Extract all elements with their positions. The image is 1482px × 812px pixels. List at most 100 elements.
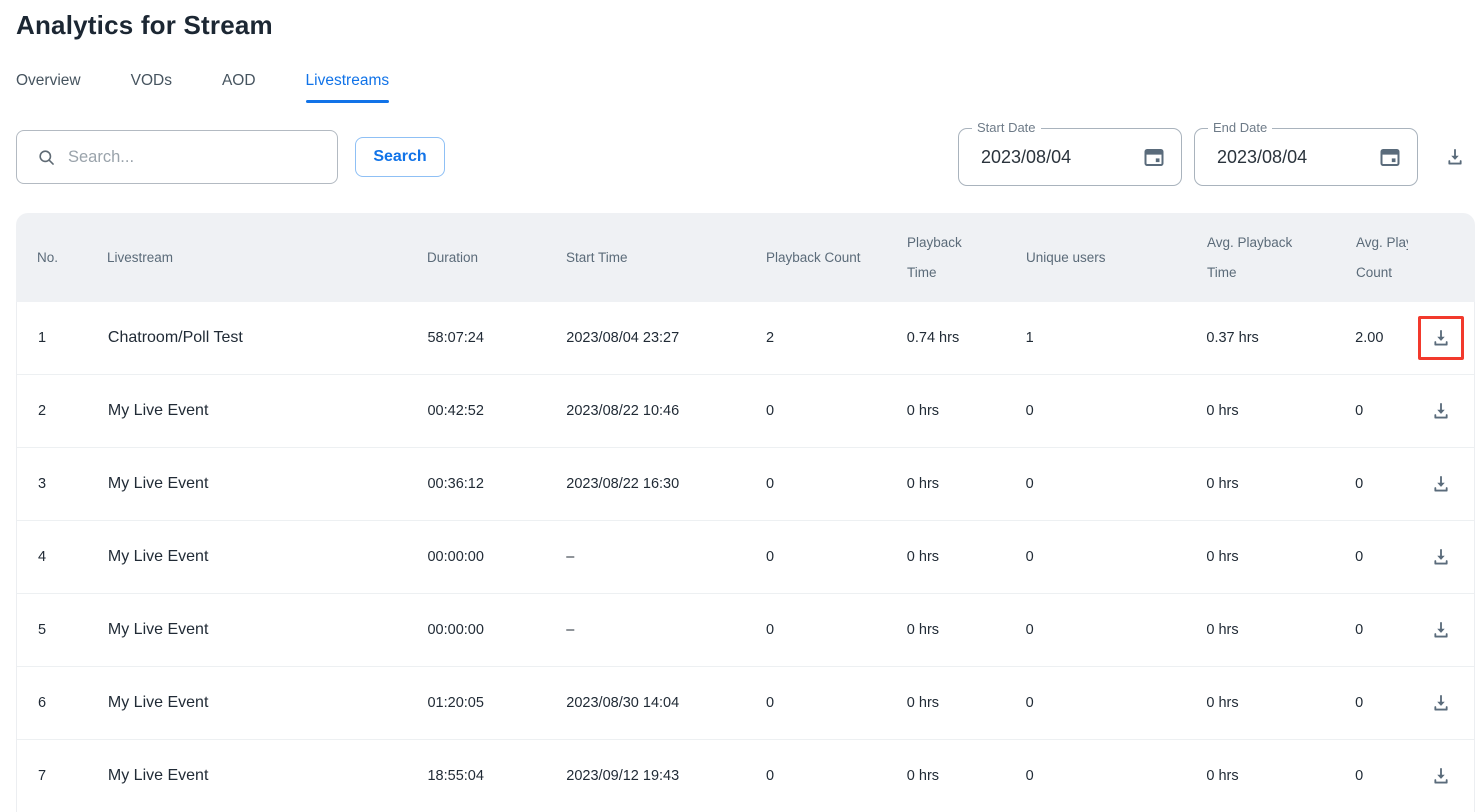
cell-avg_playback_time: 0 hrs xyxy=(1206,403,1355,419)
cell-start_time: 2023/08/22 10:46 xyxy=(566,403,766,419)
cell-playback_time: 0 hrs xyxy=(907,695,1026,711)
row-download-button[interactable] xyxy=(1418,535,1464,579)
row-download-button[interactable] xyxy=(1418,462,1464,506)
download-icon xyxy=(1431,693,1451,713)
cell-unique_users: 0 xyxy=(1026,476,1207,492)
page-title: Analytics for Stream xyxy=(16,10,273,41)
row-download-button[interactable] xyxy=(1418,608,1464,652)
cell-no: 4 xyxy=(38,549,108,565)
col-header-playback_time: PlaybackTime xyxy=(907,213,1026,302)
cell-livestream: My Live Event xyxy=(108,475,428,493)
end-date-label: End Date xyxy=(1208,120,1272,135)
cell-livestream: My Live Event xyxy=(108,621,428,639)
cell-avg_playback_time: 0 hrs xyxy=(1206,622,1355,638)
cell-livestream: My Live Event xyxy=(108,767,428,785)
cell-unique_users: 1 xyxy=(1026,330,1207,346)
search-icon xyxy=(37,148,56,167)
cell-actions xyxy=(1407,316,1474,360)
cell-duration: 18:55:04 xyxy=(427,768,566,784)
cell-playback_count: 0 xyxy=(766,695,907,711)
cell-avg_playback_time: 0 hrs xyxy=(1206,768,1355,784)
cell-playback_count: 0 xyxy=(766,403,907,419)
cell-actions xyxy=(1407,608,1474,652)
cell-avg_playback_count: 0 xyxy=(1355,403,1407,419)
row-download-button[interactable] xyxy=(1418,754,1464,798)
download-icon xyxy=(1431,547,1451,567)
cell-livestream: Chatroom/Poll Test xyxy=(108,329,428,347)
cell-no: 5 xyxy=(38,622,108,638)
col-header-livestream: Livestream xyxy=(107,213,427,302)
cell-avg_playback_count: 2.00 xyxy=(1355,330,1407,346)
cell-unique_users: 0 xyxy=(1026,768,1207,784)
row-download-button[interactable] xyxy=(1418,681,1464,725)
cell-playback_count: 0 xyxy=(766,622,907,638)
cell-duration: 00:00:00 xyxy=(427,622,566,638)
table-row: 3My Live Event00:36:122023/08/22 16:3000… xyxy=(17,448,1474,521)
cell-start_time: – xyxy=(566,549,766,565)
cell-livestream: My Live Event xyxy=(108,402,428,420)
cell-playback_time: 0 hrs xyxy=(907,549,1026,565)
end-date-field[interactable]: End Date 2023/08/04 xyxy=(1194,128,1418,186)
cell-start_time: 2023/09/12 19:43 xyxy=(566,768,766,784)
tab-vods[interactable]: VODs xyxy=(131,72,172,103)
cell-duration: 58:07:24 xyxy=(427,330,566,346)
row-download-button[interactable] xyxy=(1418,316,1464,360)
col-header-unique_users: Unique users xyxy=(1026,213,1207,302)
download-icon xyxy=(1431,766,1451,786)
row-download-button[interactable] xyxy=(1418,389,1464,433)
col-header-avg_playback_time: Avg. PlaybackTime xyxy=(1207,213,1356,302)
calendar-icon[interactable] xyxy=(1378,145,1402,169)
cell-actions xyxy=(1407,754,1474,798)
download-icon xyxy=(1431,401,1451,421)
cell-unique_users: 0 xyxy=(1026,622,1207,638)
cell-playback_time: 0 hrs xyxy=(907,403,1026,419)
tab-overview[interactable]: Overview xyxy=(16,72,81,103)
download-icon xyxy=(1445,147,1465,167)
start-date-value: 2023/08/04 xyxy=(981,147,1071,168)
start-date-field[interactable]: Start Date 2023/08/04 xyxy=(958,128,1182,186)
cell-duration: 00:36:12 xyxy=(427,476,566,492)
cell-start_time: 2023/08/22 16:30 xyxy=(566,476,766,492)
search-input[interactable] xyxy=(68,148,325,167)
table-row: 5My Live Event00:00:00–00 hrs00 hrs0 xyxy=(17,594,1474,667)
cell-actions xyxy=(1407,389,1474,433)
download-icon xyxy=(1431,328,1451,348)
calendar-icon[interactable] xyxy=(1142,145,1166,169)
cell-avg_playback_time: 0 hrs xyxy=(1206,549,1355,565)
tab-livestreams[interactable]: Livestreams xyxy=(306,72,390,103)
cell-no: 2 xyxy=(38,403,108,419)
cell-playback_time: 0 hrs xyxy=(907,622,1026,638)
start-date-label: Start Date xyxy=(972,120,1041,135)
cell-actions xyxy=(1407,681,1474,725)
cell-playback_count: 0 xyxy=(766,549,907,565)
table-row: 6My Live Event01:20:052023/08/30 14:0400… xyxy=(17,667,1474,740)
download-icon xyxy=(1431,620,1451,640)
cell-duration: 00:42:52 xyxy=(427,403,566,419)
cell-actions xyxy=(1407,535,1474,579)
cell-no: 6 xyxy=(38,695,108,711)
tab-aod[interactable]: AOD xyxy=(222,72,256,103)
cell-unique_users: 0 xyxy=(1026,695,1207,711)
cell-avg_playback_time: 0 hrs xyxy=(1206,695,1355,711)
cell-playback_count: 0 xyxy=(766,768,907,784)
col-header-no: No. xyxy=(37,213,107,302)
tab-bar: Overview VODs AOD Livestreams xyxy=(16,72,389,103)
col-header-avg_playback_count: Avg. PlaybackCount xyxy=(1356,213,1408,302)
cell-duration: 01:20:05 xyxy=(427,695,566,711)
search-button[interactable]: Search xyxy=(355,137,445,177)
cell-unique_users: 0 xyxy=(1026,549,1207,565)
col-header-start_time: Start Time xyxy=(566,213,766,302)
cell-playback_count: 2 xyxy=(766,330,907,346)
col-header-actions xyxy=(1408,213,1475,302)
export-download-button[interactable] xyxy=(1437,140,1473,174)
cell-actions xyxy=(1407,462,1474,506)
cell-playback_time: 0 hrs xyxy=(907,476,1026,492)
cell-no: 7 xyxy=(38,768,108,784)
cell-livestream: My Live Event xyxy=(108,548,428,566)
cell-no: 3 xyxy=(38,476,108,492)
table-row: 2My Live Event00:42:522023/08/22 10:4600… xyxy=(17,375,1474,448)
cell-playback_count: 0 xyxy=(766,476,907,492)
table-row: 1Chatroom/Poll Test58:07:242023/08/04 23… xyxy=(17,302,1474,375)
table-row: 4My Live Event00:00:00–00 hrs00 hrs0 xyxy=(17,521,1474,594)
download-icon xyxy=(1431,474,1451,494)
